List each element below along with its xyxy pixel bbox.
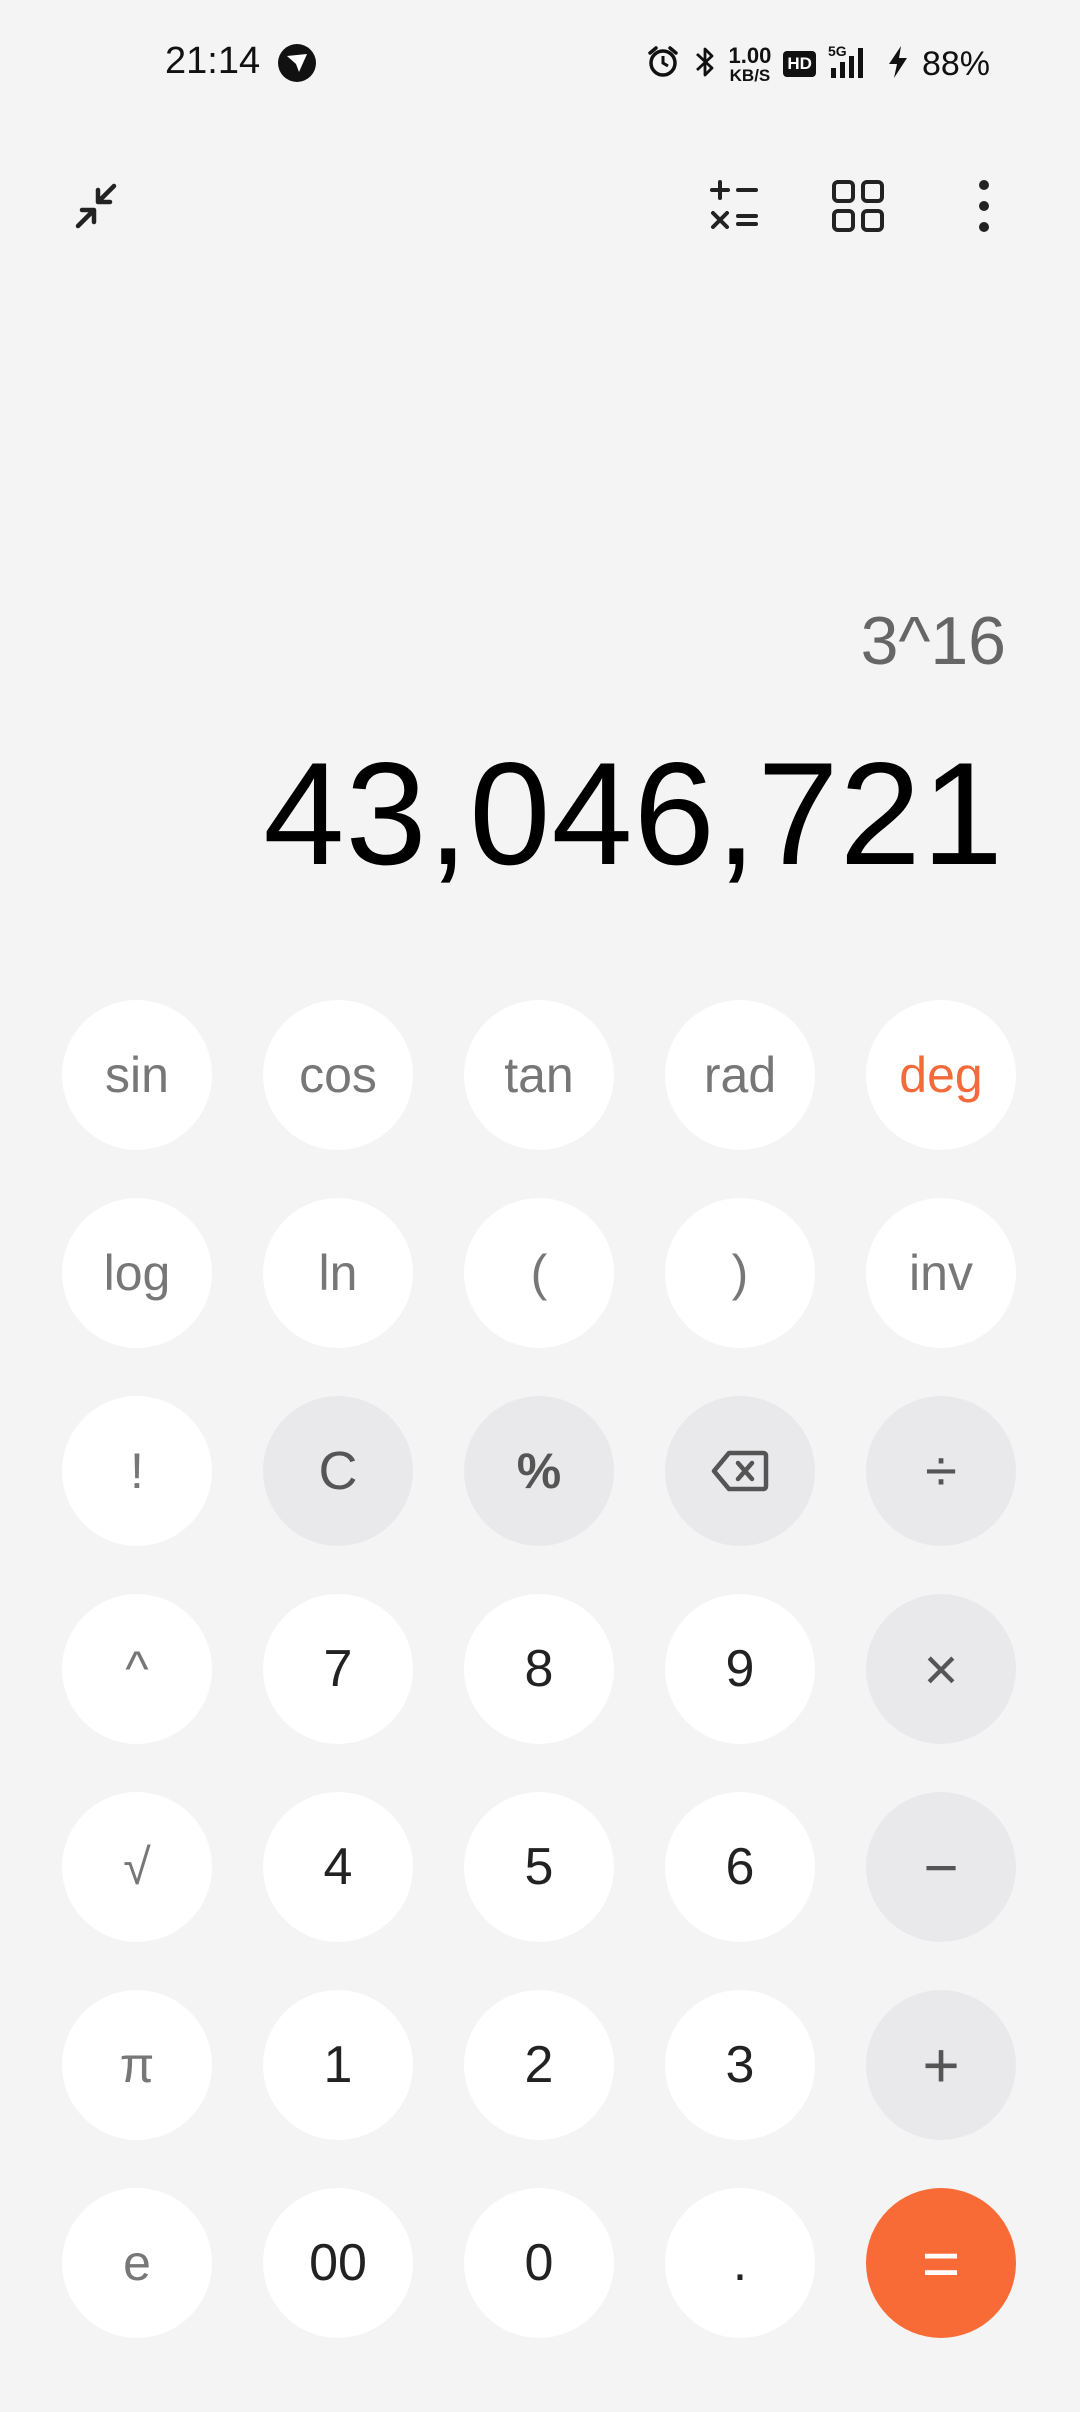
collapse-icon [68,178,124,239]
double-zero-button[interactable]: 00 [263,2188,413,2338]
battery-percent: 88% [921,44,990,83]
backspace-button[interactable] [665,1396,815,1546]
inv-button[interactable]: inv [866,1198,1016,1348]
rad-button[interactable]: rad [665,1000,815,1150]
svg-text:5G: 5G [828,44,847,59]
collapse-button[interactable] [58,170,134,246]
log-button[interactable]: log [62,1198,212,1348]
alarm-icon [645,44,681,85]
digit-7-button[interactable]: 7 [263,1594,413,1744]
grid-button[interactable] [820,170,896,246]
more-options-button[interactable] [946,170,1022,246]
plus-button[interactable]: + [866,1990,1016,2140]
multiply-button[interactable]: × [866,1594,1016,1744]
backspace-icon [711,1449,769,1493]
divide-button[interactable]: ÷ [866,1396,1016,1546]
digit-6-button[interactable]: 6 [665,1792,815,1942]
digit-8-button[interactable]: 8 [464,1594,614,1744]
bluetooth-icon [693,44,717,85]
hd-icon: HD [783,51,816,77]
grid-icon [830,178,886,239]
notification-app-icon [278,44,316,82]
decimal-point-button[interactable]: . [665,2188,815,2338]
pi-button[interactable]: π [62,1990,212,2140]
euler-button[interactable]: e [62,2188,212,2338]
digit-9-button[interactable]: 9 [665,1594,815,1744]
charging-icon [886,44,910,85]
digit-1-button[interactable]: 1 [263,1990,413,2140]
result-display: 43,046,721 [263,732,1004,895]
minus-button[interactable]: − [866,1792,1016,1942]
sqrt-button[interactable]: √ [62,1792,212,1942]
unit-converter-icon [702,176,762,241]
equals-button[interactable]: = [866,2188,1016,2338]
open-paren-button[interactable]: ( [464,1198,614,1348]
percent-button[interactable]: % [464,1396,614,1546]
status-icons: 1.00 KB/S HD 5G 88% [645,40,990,88]
sin-button[interactable]: sin [62,1000,212,1150]
calculator-screen: 21:14 1.00 KB/S HD 5G 88% 3^16 43,046,72… [0,0,1080,2412]
ln-button[interactable]: ln [263,1198,413,1348]
more-icon [974,178,994,239]
network-speed: 1.00 KB/S [728,42,772,85]
expression-display: 3^16 [860,603,1006,679]
status-bar: 21:14 1.00 KB/S HD 5G 88% [0,0,1080,128]
signal-icon: 5G [828,43,874,85]
tan-button[interactable]: tan [464,1000,614,1150]
power-button[interactable]: ^ [62,1594,212,1744]
digit-0-button[interactable]: 0 [464,2188,614,2338]
deg-button[interactable]: deg [866,1000,1016,1150]
cos-button[interactable]: cos [263,1000,413,1150]
digit-4-button[interactable]: 4 [263,1792,413,1942]
keypad: sin cos tan rad deg log ln ( ) inv ! C %… [62,1000,1018,2340]
digit-3-button[interactable]: 3 [665,1990,815,2140]
status-time: 21:14 [165,40,261,82]
digit-2-button[interactable]: 2 [464,1990,614,2140]
digit-5-button[interactable]: 5 [464,1792,614,1942]
close-paren-button[interactable]: ) [665,1198,815,1348]
factorial-button[interactable]: ! [62,1396,212,1546]
unit-converter-button[interactable] [694,170,770,246]
clear-button[interactable]: C [263,1396,413,1546]
